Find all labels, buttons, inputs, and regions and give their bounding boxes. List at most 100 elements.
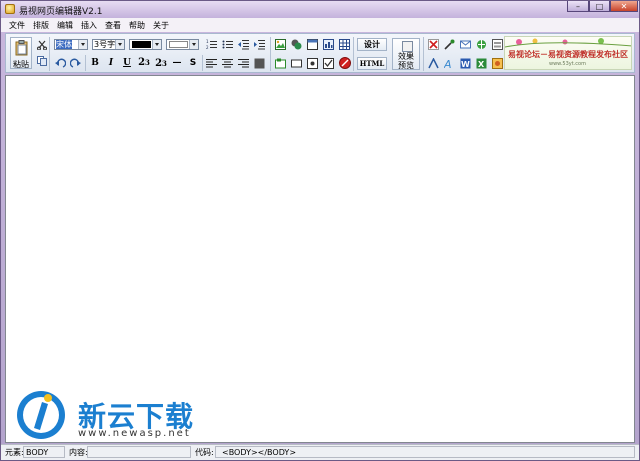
color-picker-icon[interactable] <box>444 39 455 50</box>
preview-label-2: 预览 <box>398 61 414 70</box>
chevron-down-icon[interactable] <box>189 40 198 49</box>
align-justify-icon[interactable] <box>254 58 265 69</box>
align-right-icon[interactable] <box>238 58 249 69</box>
special-char-icon[interactable] <box>492 58 503 69</box>
watermark-url: www.newasp.net <box>78 428 191 439</box>
close-button[interactable]: ✕ <box>610 1 638 12</box>
subscript-button[interactable]: 23 <box>154 56 168 70</box>
subscript-sub: 3 <box>162 58 167 68</box>
status-element-label: 元素: <box>5 448 24 457</box>
subscript-base: 2 <box>155 57 163 69</box>
insert-table-icon[interactable] <box>339 39 350 50</box>
chevron-down-icon[interactable] <box>115 40 124 49</box>
status-element-value: BODY <box>26 448 49 457</box>
font-family-select[interactable]: 宋体 <box>54 39 88 50</box>
unordered-list-icon[interactable] <box>222 39 233 50</box>
window-title: 易视网页编辑器V2.1 <box>19 7 103 17</box>
toolbar-separator <box>202 55 203 71</box>
underline-button[interactable]: U <box>121 57 133 69</box>
toolbar-separator <box>85 55 86 71</box>
menu-about[interactable]: 关于 <box>153 20 169 31</box>
font-icon[interactable] <box>428 58 439 69</box>
redo-icon[interactable] <box>70 58 81 69</box>
superscript-exp: 3 <box>145 57 150 67</box>
back-color-swatch <box>169 41 188 48</box>
superscript-base: 2 <box>138 56 146 68</box>
menu-layout[interactable]: 排版 <box>33 20 49 31</box>
word-import-icon[interactable]: W <box>460 58 471 69</box>
insert-radio-icon[interactable] <box>307 58 318 69</box>
ordered-list-icon[interactable]: 12 <box>206 39 217 50</box>
font-size-select[interactable]: 3号字 <box>92 39 125 50</box>
font-family-value: 宋体 <box>56 40 72 49</box>
minimize-icon: – <box>576 1 580 11</box>
chevron-down-icon[interactable] <box>78 40 87 49</box>
svg-text:W: W <box>461 60 470 69</box>
undo-icon[interactable] <box>55 58 66 69</box>
fore-color-select[interactable] <box>129 39 162 50</box>
excel-import-icon[interactable]: X <box>476 58 487 69</box>
title-bar[interactable]: 易视网页编辑器V2.1 – □ ✕ <box>1 1 639 18</box>
wordart-icon[interactable]: A <box>444 58 455 69</box>
form-icon[interactable] <box>492 39 503 50</box>
align-left-icon[interactable] <box>206 58 217 69</box>
minimize-button[interactable]: – <box>567 1 589 12</box>
align-center-icon[interactable] <box>222 58 233 69</box>
toolbar-separator <box>423 37 424 71</box>
status-code-cell: <BODY></BODY> <box>215 446 635 458</box>
status-code-value: <BODY></BODY> <box>222 448 297 457</box>
insert-media-icon[interactable] <box>323 39 334 50</box>
cut-icon[interactable] <box>37 40 47 50</box>
copy-icon[interactable] <box>37 56 47 66</box>
menu-insert[interactable]: 插入 <box>81 20 97 31</box>
insert-image-icon[interactable] <box>275 39 286 50</box>
stop-icon[interactable] <box>339 57 351 69</box>
menu-file[interactable]: 文件 <box>9 20 25 31</box>
svg-text:2: 2 <box>206 45 209 50</box>
clipboard-icon <box>15 40 28 56</box>
toolbar-separator <box>353 37 354 71</box>
indent-icon[interactable] <box>254 39 265 50</box>
insert-textbox-icon[interactable] <box>291 58 302 69</box>
menu-help[interactable]: 帮助 <box>129 20 145 31</box>
app-icon[interactable] <box>5 4 15 14</box>
preview-button[interactable]: 效果 预览 <box>392 38 420 70</box>
email-icon[interactable] <box>460 39 471 50</box>
insert-frame-icon[interactable] <box>307 39 318 50</box>
status-element-cell: BODY <box>23 446 65 458</box>
insert-layer-icon[interactable] <box>275 58 286 69</box>
italic-button[interactable]: I <box>105 57 117 69</box>
chevron-down-icon[interactable] <box>152 40 161 49</box>
svg-text:1: 1 <box>206 39 209 44</box>
menu-edit[interactable]: 编辑 <box>57 20 73 31</box>
strikethrough-button[interactable]: S <box>187 57 199 69</box>
editor-content-area[interactable] <box>5 75 635 443</box>
status-content-label: 内容: <box>69 448 88 457</box>
close-icon: ✕ <box>620 1 628 11</box>
horizontal-rule-button[interactable]: — <box>171 57 183 69</box>
back-color-select[interactable] <box>166 39 199 50</box>
maximize-button[interactable]: □ <box>589 1 610 12</box>
insert-checkbox-icon[interactable] <box>323 58 334 69</box>
paste-label: 粘贴 <box>13 60 29 69</box>
clear-format-icon[interactable] <box>428 39 439 50</box>
svg-text:A: A <box>444 58 452 69</box>
superscript-button[interactable]: 23 <box>137 55 151 69</box>
status-bar: 元素: BODY 内容: 代码: <BODY></BODY> <box>1 444 639 460</box>
banner-url: www.53yt.com <box>549 61 586 67</box>
bold-button[interactable]: B <box>89 57 101 69</box>
status-code-label: 代码: <box>195 448 214 457</box>
menu-view[interactable]: 查看 <box>105 20 121 31</box>
toolbar-separator <box>49 37 50 71</box>
outdent-icon[interactable] <box>238 39 249 50</box>
html-view-button[interactable]: HTML <box>357 57 387 70</box>
advertisement-banner[interactable]: 易视论坛－易视资源教程发布社区 www.53yt.com <box>504 36 632 70</box>
status-content-cell <box>87 446 191 458</box>
newasp-logo-icon <box>17 391 65 439</box>
link-icon[interactable] <box>476 39 487 50</box>
paste-button[interactable]: 粘贴 <box>10 37 32 69</box>
design-view-button[interactable]: 设计 <box>357 38 387 51</box>
toolbar-separator <box>270 55 271 71</box>
insert-flash-icon[interactable] <box>291 39 302 50</box>
banner-text: 易视论坛－易视资源教程发布社区 <box>508 50 628 59</box>
